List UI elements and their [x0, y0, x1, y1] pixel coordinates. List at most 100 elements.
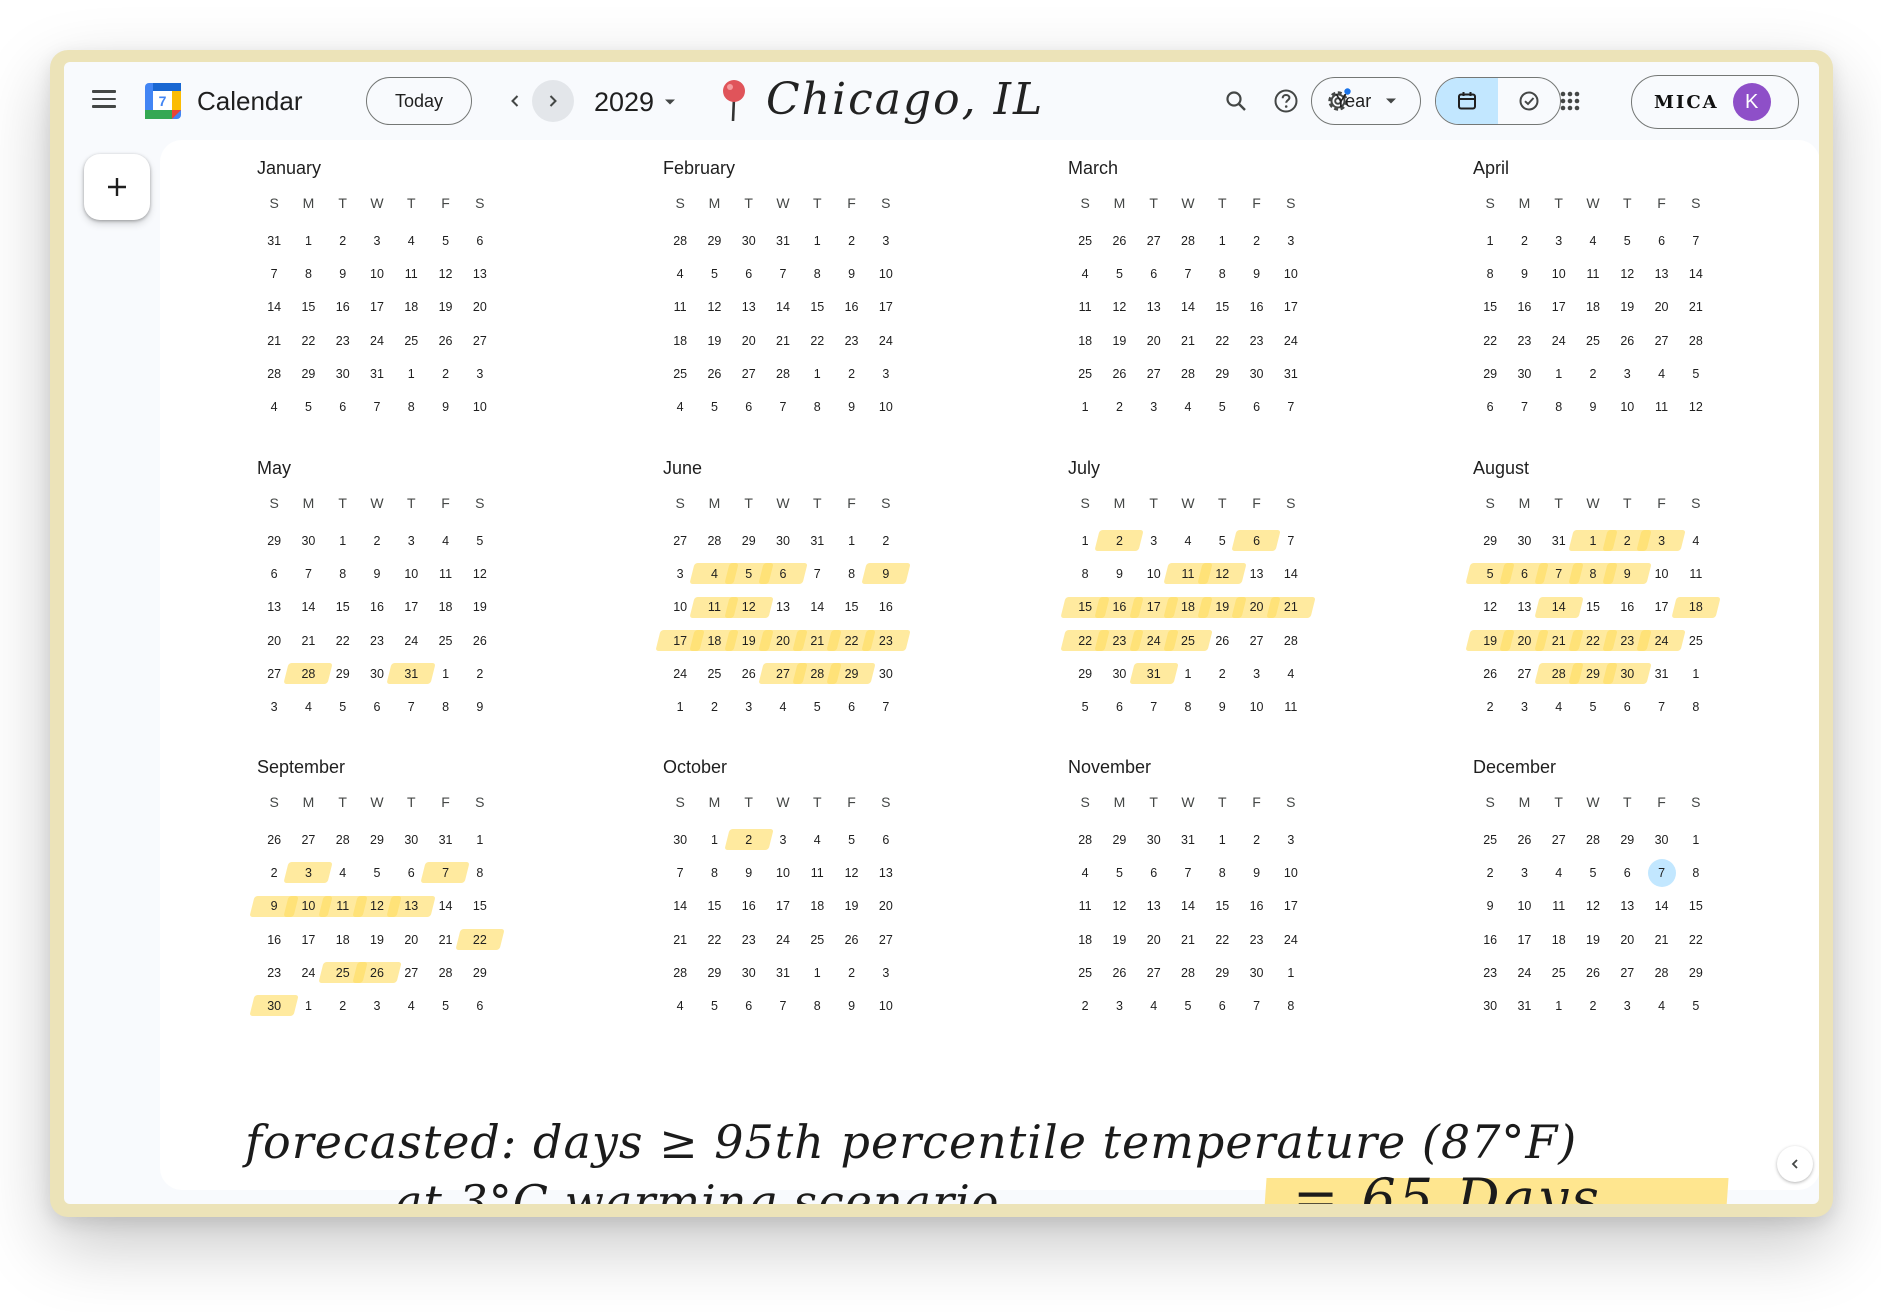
day-cell[interactable]: 31: [394, 657, 428, 690]
day-cell[interactable]: 31: [766, 224, 800, 257]
day-cell[interactable]: 25: [800, 923, 834, 956]
day-cell[interactable]: 9: [1239, 856, 1273, 889]
day-cell[interactable]: 18: [1068, 324, 1102, 357]
day-cell[interactable]: 13: [394, 890, 428, 923]
day-cell[interactable]: 6: [869, 823, 903, 856]
day-cell[interactable]: 16: [1239, 291, 1273, 324]
day-cell[interactable]: 15: [291, 291, 325, 324]
day-cell[interactable]: 9: [1576, 390, 1610, 423]
search-icon[interactable]: [1215, 80, 1257, 122]
day-cell[interactable]: 12: [428, 257, 462, 290]
day-cell[interactable]: 13: [1644, 257, 1678, 290]
day-cell[interactable]: 19: [360, 923, 394, 956]
day-cell[interactable]: 29: [291, 357, 325, 390]
day-cell[interactable]: 20: [1137, 923, 1171, 956]
day-cell[interactable]: 6: [257, 557, 291, 590]
day-cell[interactable]: 17: [394, 591, 428, 624]
day-cell[interactable]: 24: [663, 657, 697, 690]
day-cell[interactable]: 30: [326, 357, 360, 390]
day-cell[interactable]: 18: [1679, 591, 1713, 624]
day-cell[interactable]: 7: [360, 390, 394, 423]
day-cell[interactable]: 9: [732, 856, 766, 889]
day-cell[interactable]: 23: [257, 956, 291, 989]
day-cell[interactable]: 14: [291, 591, 325, 624]
day-cell[interactable]: 24: [1644, 624, 1678, 657]
day-cell[interactable]: 29: [463, 956, 497, 989]
day-cell[interactable]: 19: [697, 324, 731, 357]
day-cell[interactable]: 4: [1644, 357, 1678, 390]
day-cell[interactable]: 23: [732, 923, 766, 956]
day-cell[interactable]: 9: [834, 390, 868, 423]
day-cell[interactable]: 15: [326, 591, 360, 624]
day-cell[interactable]: 26: [697, 357, 731, 390]
day-cell[interactable]: 22: [1205, 324, 1239, 357]
day-cell[interactable]: 25: [697, 657, 731, 690]
day-cell[interactable]: 29: [1102, 823, 1136, 856]
day-cell[interactable]: 3: [1102, 989, 1136, 1022]
day-cell[interactable]: 17: [1274, 291, 1308, 324]
day-cell[interactable]: 8: [1542, 390, 1576, 423]
day-cell[interactable]: 30: [1239, 357, 1273, 390]
day-cell[interactable]: 1: [326, 524, 360, 557]
day-cell[interactable]: 2: [1576, 989, 1610, 1022]
day-cell[interactable]: 4: [394, 224, 428, 257]
day-cell[interactable]: 21: [766, 324, 800, 357]
day-cell[interactable]: 19: [428, 291, 462, 324]
day-cell[interactable]: 8: [1473, 257, 1507, 290]
day-cell[interactable]: 29: [1068, 657, 1102, 690]
day-cell[interactable]: 16: [732, 890, 766, 923]
day-cell[interactable]: 5: [697, 390, 731, 423]
day-cell[interactable]: 3: [1542, 224, 1576, 257]
day-cell[interactable]: 13: [1137, 291, 1171, 324]
day-cell[interactable]: 26: [463, 624, 497, 657]
day-cell[interactable]: 15: [834, 591, 868, 624]
day-cell[interactable]: 18: [428, 591, 462, 624]
day-cell[interactable]: 30: [732, 224, 766, 257]
day-cell[interactable]: 5: [1102, 257, 1136, 290]
create-button[interactable]: [84, 154, 150, 220]
day-cell[interactable]: 19: [1576, 923, 1610, 956]
day-cell[interactable]: 9: [1473, 890, 1507, 923]
month-name[interactable]: March: [1068, 158, 1308, 180]
day-cell[interactable]: 14: [257, 291, 291, 324]
day-cell[interactable]: 8: [800, 989, 834, 1022]
day-cell[interactable]: 20: [732, 324, 766, 357]
day-cell[interactable]: 17: [1542, 291, 1576, 324]
day-cell[interactable]: 27: [663, 524, 697, 557]
day-cell[interactable]: 11: [663, 291, 697, 324]
day-cell[interactable]: 12: [463, 557, 497, 590]
day-cell[interactable]: 3: [1137, 524, 1171, 557]
day-cell[interactable]: 6: [1610, 690, 1644, 723]
day-cell[interactable]: 3: [869, 956, 903, 989]
day-cell[interactable]: 1: [1205, 823, 1239, 856]
day-cell[interactable]: 13: [463, 257, 497, 290]
day-cell[interactable]: 30: [1644, 823, 1678, 856]
day-cell[interactable]: 9: [428, 390, 462, 423]
day-cell[interactable]: 31: [800, 524, 834, 557]
day-cell[interactable]: 1: [834, 524, 868, 557]
day-cell[interactable]: 29: [1610, 823, 1644, 856]
day-cell[interactable]: 14: [1274, 557, 1308, 590]
day-cell[interactable]: 30: [663, 823, 697, 856]
day-cell[interactable]: 6: [326, 390, 360, 423]
day-cell[interactable]: 15: [697, 890, 731, 923]
day-cell[interactable]: 1: [1274, 956, 1308, 989]
day-cell[interactable]: 16: [1239, 890, 1273, 923]
day-cell[interactable]: 4: [257, 390, 291, 423]
day-cell[interactable]: 2: [326, 989, 360, 1022]
day-cell[interactable]: 5: [463, 524, 497, 557]
day-cell[interactable]: 22: [291, 324, 325, 357]
day-cell[interactable]: 2: [463, 657, 497, 690]
day-cell[interactable]: 26: [360, 956, 394, 989]
day-cell[interactable]: 13: [257, 591, 291, 624]
day-cell[interactable]: 2: [1102, 390, 1136, 423]
day-cell[interactable]: 11: [1542, 890, 1576, 923]
day-cell[interactable]: 29: [732, 524, 766, 557]
day-cell[interactable]: 27: [394, 956, 428, 989]
day-cell[interactable]: 21: [1171, 324, 1205, 357]
day-cell[interactable]: 6: [732, 390, 766, 423]
day-cell[interactable]: 31: [1644, 657, 1678, 690]
day-cell[interactable]: 13: [1610, 890, 1644, 923]
day-cell[interactable]: 7: [1274, 524, 1308, 557]
day-cell[interactable]: 28: [1679, 324, 1713, 357]
